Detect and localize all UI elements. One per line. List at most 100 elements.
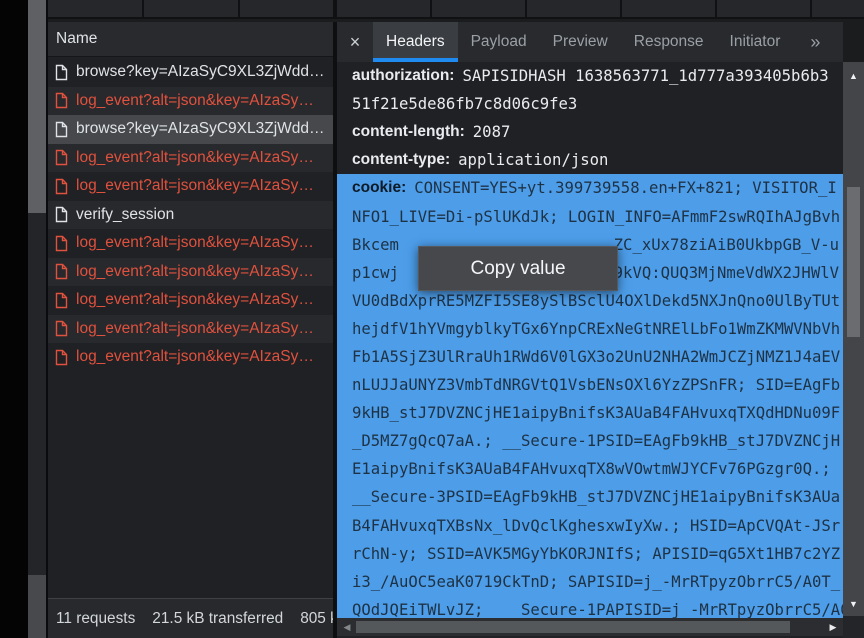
header-value-fragment: Bkcem bbox=[352, 236, 399, 254]
scroll-left-icon[interactable]: ◀ bbox=[339, 618, 355, 636]
context-menu: Copy value bbox=[418, 246, 618, 291]
grid-cell bbox=[622, 0, 715, 17]
request-label: log_event?alt=json&key=AIzaSy… bbox=[76, 234, 314, 252]
tab-preview[interactable]: Preview bbox=[540, 22, 621, 62]
request-row[interactable]: browse?key=AIzaSyC9XL3ZjWdd… bbox=[48, 58, 333, 87]
header-value: application/json bbox=[458, 151, 608, 169]
request-row[interactable]: log_event?alt=json&key=AIzaSy… bbox=[48, 87, 333, 116]
horizontal-scrollbar[interactable]: ◀ ▶ bbox=[337, 618, 843, 636]
header-line-authorization: authorization:SAPISIDHASH 1638563771_1d7… bbox=[337, 62, 843, 90]
request-row[interactable]: browse?key=AIzaSyC9XL3ZjWdd… bbox=[48, 115, 333, 144]
close-icon[interactable]: × bbox=[337, 22, 373, 62]
header-value: NFO1_LIVE=Di-pSlUKdJk; LOGIN_INFO=AFmmF2… bbox=[352, 208, 840, 226]
tab-response[interactable]: Response bbox=[621, 22, 717, 62]
grid-cell bbox=[432, 0, 525, 17]
header-line-continued: 51f21e5de86fb7c8d06c9fe3 bbox=[337, 90, 843, 118]
tab-payload[interactable]: Payload bbox=[458, 22, 540, 62]
scrollbar-corner bbox=[843, 616, 864, 638]
header-value: CONSENT=YES+yt.399739558.en+FX+821; VISI… bbox=[414, 179, 836, 197]
request-row[interactable]: log_event?alt=json&key=AIzaSy… bbox=[48, 315, 333, 344]
page-scrollbar-thumb[interactable] bbox=[28, 0, 46, 213]
file-icon bbox=[55, 349, 68, 366]
header-value-fragment: ZC_xUx78ziAiB0UkbpGB_V-u bbox=[614, 236, 839, 254]
tab-headers[interactable]: Headers bbox=[373, 22, 458, 62]
header-value: VU0dBdXprRE5MZFI5SE8ySlBSclU4OXlDekd5NXJ… bbox=[352, 292, 840, 310]
file-icon bbox=[55, 178, 68, 195]
scroll-up-icon[interactable]: ▲ bbox=[843, 66, 864, 86]
header-value-fragment: 9kVQ:QUQ3MjNmeVdWX2JHWlV bbox=[614, 264, 839, 282]
tab-more-tabs[interactable]: » bbox=[797, 22, 833, 62]
tab-initiator[interactable]: Initiator bbox=[717, 22, 794, 62]
vertical-scrollbar[interactable]: ▲ ▼ bbox=[843, 62, 864, 616]
header-key: content-type: bbox=[352, 151, 450, 169]
grid-cell bbox=[144, 0, 238, 17]
header-value-fragment: p1cwj bbox=[352, 264, 399, 282]
header-key: cookie: bbox=[352, 179, 406, 197]
request-label: log_event?alt=json&key=AIzaSy… bbox=[76, 291, 314, 309]
context-menu-item-copy-value[interactable]: Copy value bbox=[470, 258, 565, 280]
header-value: nLUJJaUNYZ3VmbTdNRGVtQ1VsbENsOXl6YzZPSnF… bbox=[352, 376, 840, 394]
page-background bbox=[0, 0, 28, 638]
header-line-continued: hejdfV1hYVmgyblkyTGx6YnpCRExNeGtNRElLbFo… bbox=[337, 315, 843, 343]
header-line-continued: _D5MZ7gQcQ7aA.; __Secure-1PSID=EAgFb9kHB… bbox=[337, 427, 843, 455]
file-icon bbox=[55, 149, 68, 166]
request-row[interactable]: log_event?alt=json&key=AIzaSy… bbox=[48, 286, 333, 315]
file-icon bbox=[55, 263, 68, 280]
file-icon bbox=[55, 320, 68, 337]
header-value: __Secure-3PSID=EAgFb9kHB_stJ7DVZNCjHE1ai… bbox=[352, 488, 840, 506]
header-value: 2087 bbox=[473, 123, 511, 141]
request-row[interactable]: log_event?alt=json&key=AIzaSy… bbox=[48, 343, 333, 372]
header-line-cookie: cookie: CONSENT=YES+yt.399739558.en+FX+82… bbox=[337, 174, 843, 202]
header-value: i3_/AuOC5eaK0719CkTnD; SAPISID=j_-MrRTpy… bbox=[352, 573, 840, 591]
file-icon bbox=[55, 92, 68, 109]
request-row[interactable]: verify_session bbox=[48, 201, 333, 230]
request-label: log_event?alt=json&key=AIzaSy… bbox=[76, 149, 314, 167]
header-line-continued: __Secure-3PSID=EAgFb9kHB_stJ7DVZNCjHE1ai… bbox=[337, 483, 843, 511]
header-value: _D5MZ7gQcQ7aA.; __Secure-1PSID=EAgFb9kHB… bbox=[352, 432, 840, 450]
tab-label: Preview bbox=[553, 33, 608, 51]
name-column-label: Name bbox=[56, 30, 97, 47]
scroll-right-icon[interactable]: ▶ bbox=[825, 618, 841, 636]
name-column-header[interactable]: Name bbox=[48, 22, 333, 57]
page-scrollbar-bottom[interactable] bbox=[28, 575, 46, 638]
network-status-bar: 11 requests 21.5 kB transferred 805 k bbox=[48, 598, 333, 638]
page-scrollbar[interactable] bbox=[28, 0, 46, 638]
request-label: log_event?alt=json&key=AIzaSy… bbox=[76, 92, 314, 110]
transferred-size: 21.5 kB transferred bbox=[152, 610, 283, 628]
header-line-continued: E1aipyBnifsK3AUaB4FAHvuxqTX8wVOwtmWJYCFv… bbox=[337, 455, 843, 483]
request-label: verify_session bbox=[76, 206, 174, 224]
file-icon bbox=[55, 235, 68, 252]
header-line-content-length: content-length: 2087 bbox=[337, 118, 843, 146]
request-detail-panel: × HeadersPayload Preview Response Initiator… bbox=[337, 22, 843, 638]
header-line-continued: QOdJQEiTWLvJZ; __Secure-1PAPISID=j_-MrRT… bbox=[337, 596, 843, 618]
header-value: QOdJQEiTWLvJZ; __Secure-1PAPISID=j_-MrRT… bbox=[352, 601, 843, 618]
file-icon bbox=[55, 121, 68, 138]
grid-cell bbox=[240, 0, 333, 17]
header-value: 51f21e5de86fb7c8d06c9fe3 bbox=[352, 95, 577, 113]
header-value: rChN-y; SSID=AVK5MGyYbKORJNIfS; APISID=q… bbox=[352, 545, 840, 563]
file-icon bbox=[55, 64, 68, 81]
horizontal-scrollbar-thumb[interactable] bbox=[356, 621, 790, 633]
header-value: Fb1A5SjZ3UlRraUh1RWd6V0lGX3o2UnU2NHA2WmJ… bbox=[352, 348, 840, 366]
header-line-continued: Fb1A5SjZ3UlRraUh1RWd6V0lGX3o2UnU2NHA2WmJ… bbox=[337, 343, 843, 371]
grid-cell bbox=[337, 0, 430, 17]
header-value: hejdfV1hYVmgyblkyTGx6YnpCRExNeGtNRElLbFo… bbox=[352, 320, 840, 338]
request-row[interactable]: log_event?alt=json&key=AIzaSy… bbox=[48, 258, 333, 287]
request-row[interactable]: log_event?alt=json&key=AIzaSy… bbox=[48, 229, 333, 258]
scroll-down-icon[interactable]: ▼ bbox=[843, 594, 864, 614]
file-icon bbox=[55, 292, 68, 309]
file-icon bbox=[55, 206, 68, 223]
header-value: SAPISIDHASH 1638563771_1d777a393405b6b3 bbox=[462, 67, 828, 85]
grid-cell bbox=[527, 0, 620, 17]
tab-label: Response bbox=[634, 33, 704, 51]
header-value: E1aipyBnifsK3AUaB4FAHvuxqTX8wVOwtmWJYCFv… bbox=[352, 460, 831, 478]
devtools-network-panel: Name browse?key=AIzaSyC9XL3ZjWdd… log_eve… bbox=[0, 0, 864, 638]
vertical-scrollbar-thumb[interactable] bbox=[847, 187, 860, 337]
header-key: content-length: bbox=[352, 123, 465, 141]
request-row[interactable]: log_event?alt=json&key=AIzaSy… bbox=[48, 144, 333, 173]
request-label: browse?key=AIzaSyC9XL3ZjWdd… bbox=[76, 120, 325, 138]
request-label: log_event?alt=json&key=AIzaSy… bbox=[76, 177, 314, 195]
request-row[interactable]: log_event?alt=json&key=AIzaSy… bbox=[48, 172, 333, 201]
header-line-continued: 9kHB_stJ7DVZNCjHE1aipyBnifsK3AUaB4FAHvux… bbox=[337, 399, 843, 427]
grid-cell bbox=[48, 0, 142, 17]
